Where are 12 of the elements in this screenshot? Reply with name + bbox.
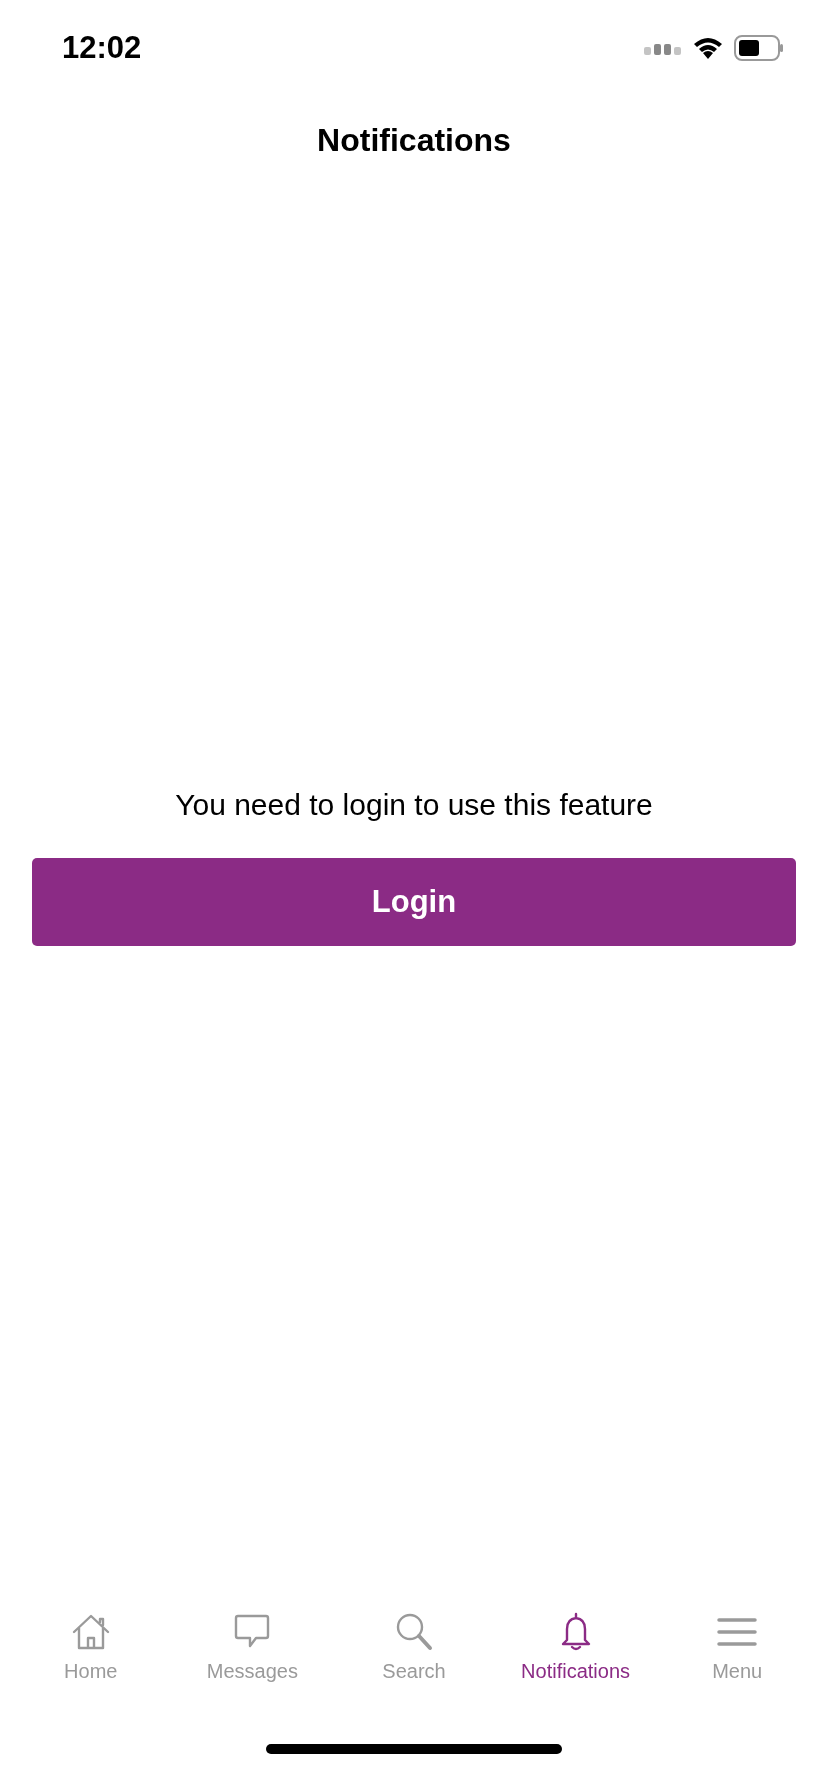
tab-item[interactable]: Home — [10, 1610, 172, 1720]
login-message: You need to login to use this feature — [175, 788, 653, 822]
login-button[interactable]: Login — [32, 858, 796, 946]
wifi-icon — [692, 36, 724, 60]
tab-item[interactable]: Notifications — [494, 1610, 657, 1720]
status-time: 12:02 — [62, 30, 142, 66]
tab-item[interactable]: Menu — [656, 1610, 818, 1720]
tab-item[interactable]: Search — [333, 1610, 495, 1720]
tab-item[interactable]: Messages — [171, 1610, 334, 1720]
signal-icon — [644, 41, 682, 55]
page-title: Notifications — [317, 121, 511, 159]
battery-icon — [734, 35, 784, 61]
